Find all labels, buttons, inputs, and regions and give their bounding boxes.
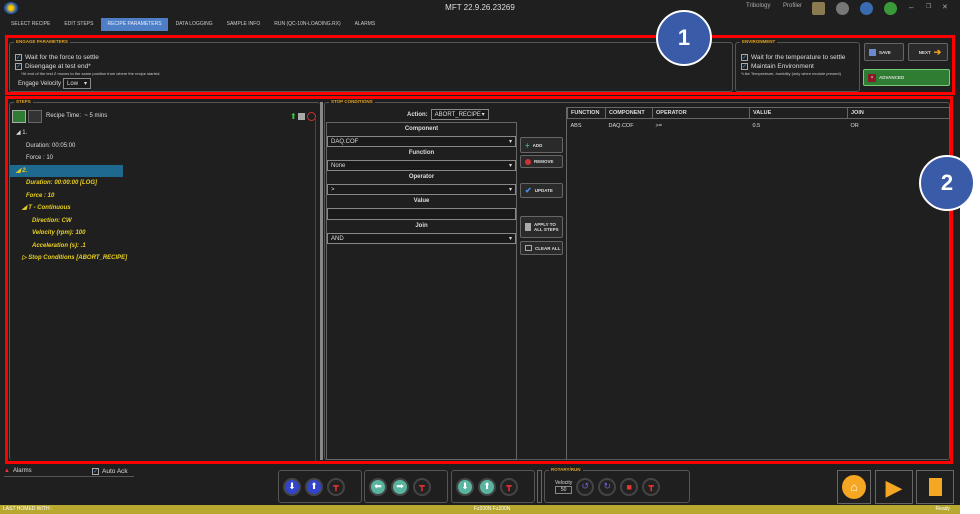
alarm-icon: ▲ xyxy=(4,468,10,474)
tab-recipe-parameters[interactable]: RECIPE PARAMETERS xyxy=(101,18,168,31)
user-avatar[interactable] xyxy=(884,2,897,15)
y-stop-button[interactable]: ┳ xyxy=(500,477,518,496)
home-icon: ⌂ xyxy=(842,475,866,499)
x-axis-jog-group: ⬅ ➡ ┳ xyxy=(364,470,448,503)
velocity-stepper[interactable]: 50 xyxy=(555,485,573,494)
tab-run[interactable]: RUN (QC-10N-LOADING.RX) xyxy=(268,18,346,31)
tools-icon[interactable] xyxy=(812,2,825,15)
stop-button[interactable] xyxy=(916,470,954,504)
x-right-button[interactable]: ➡ xyxy=(391,477,409,496)
rotary-run-group: ROTARY/RUN Velocity 50 ↺ ↻ ■ ┳ xyxy=(544,467,690,503)
alarms-list[interactable] xyxy=(4,476,134,504)
alarms-header: ▲ Alarms xyxy=(4,468,32,474)
y-down-button[interactable]: ⬇ xyxy=(456,477,474,496)
tab-sample-info[interactable]: SAMPLE INFO xyxy=(221,18,267,31)
alarms-label: Alarms xyxy=(12,468,32,474)
profiler-link[interactable]: Profiler xyxy=(783,3,802,9)
status-ready: Ready xyxy=(935,506,950,512)
rotary-brake-button[interactable]: ┳ xyxy=(642,477,661,496)
restore-button[interactable]: ❐ xyxy=(926,3,931,10)
minimize-button[interactable]: – xyxy=(909,3,913,12)
velocity-label: Velocity xyxy=(555,479,573,486)
annotation-box-2 xyxy=(5,96,953,464)
play-icon: ▶ xyxy=(885,475,903,500)
tab-alarms[interactable]: ALARMS xyxy=(349,18,382,31)
annotation-marker-1: 1 xyxy=(656,10,712,66)
stop-icon xyxy=(928,478,942,496)
play-button[interactable]: ▶ xyxy=(875,470,913,504)
tab-edit-steps[interactable]: EDIT STEPS xyxy=(58,18,99,31)
auto-ack: ✓ Auto Ack xyxy=(92,467,128,476)
main-tabs: SELECT RECIPE EDIT STEPS RECIPE PARAMETE… xyxy=(0,18,381,31)
status-bar: LAST HOMED WITH : Fz200N Fz200N Ready xyxy=(0,505,960,514)
annotation-marker-2: 2 xyxy=(919,155,975,211)
z-down-button[interactable]: ⬇ xyxy=(283,477,301,496)
z-axis-jog-group: ⬇ ⬆ ┳ xyxy=(278,470,362,503)
tab-select-recipe[interactable]: SELECT RECIPE xyxy=(5,18,56,31)
z-up-button[interactable]: ⬆ xyxy=(305,477,323,496)
home-button[interactable]: ⌂ xyxy=(837,470,871,504)
annotation-box-1 xyxy=(5,35,955,95)
close-button[interactable]: ✕ xyxy=(942,3,948,11)
rotary-stop-button[interactable]: ■ xyxy=(620,477,639,496)
tab-data-logging[interactable]: DATA LOGGING xyxy=(170,18,219,31)
y-axis-jog-group: ⬇ ⬆ ┳ xyxy=(451,470,535,503)
jog-scrollbar[interactable] xyxy=(537,470,542,503)
rotate-cw-button[interactable]: ↻ xyxy=(598,477,617,496)
homed-values: Fz200N Fz200N xyxy=(474,506,511,512)
rotary-title: ROTARY/RUN xyxy=(549,467,583,472)
tribology-link[interactable]: Tribology xyxy=(746,3,770,9)
y-up-button[interactable]: ⬆ xyxy=(478,477,496,496)
rotate-ccw-button[interactable]: ↺ xyxy=(576,477,595,496)
auto-ack-label: Auto Ack xyxy=(102,468,128,475)
last-homed-label: LAST HOMED WITH : xyxy=(3,506,53,512)
info-icon[interactable] xyxy=(860,2,873,15)
auto-ack-checkbox[interactable]: ✓ xyxy=(92,468,99,475)
x-stop-button[interactable]: ┳ xyxy=(413,477,431,496)
z-stop-button[interactable]: ┳ xyxy=(327,477,345,496)
x-left-button[interactable]: ⬅ xyxy=(369,477,387,496)
settings-gear-icon[interactable] xyxy=(836,2,849,15)
